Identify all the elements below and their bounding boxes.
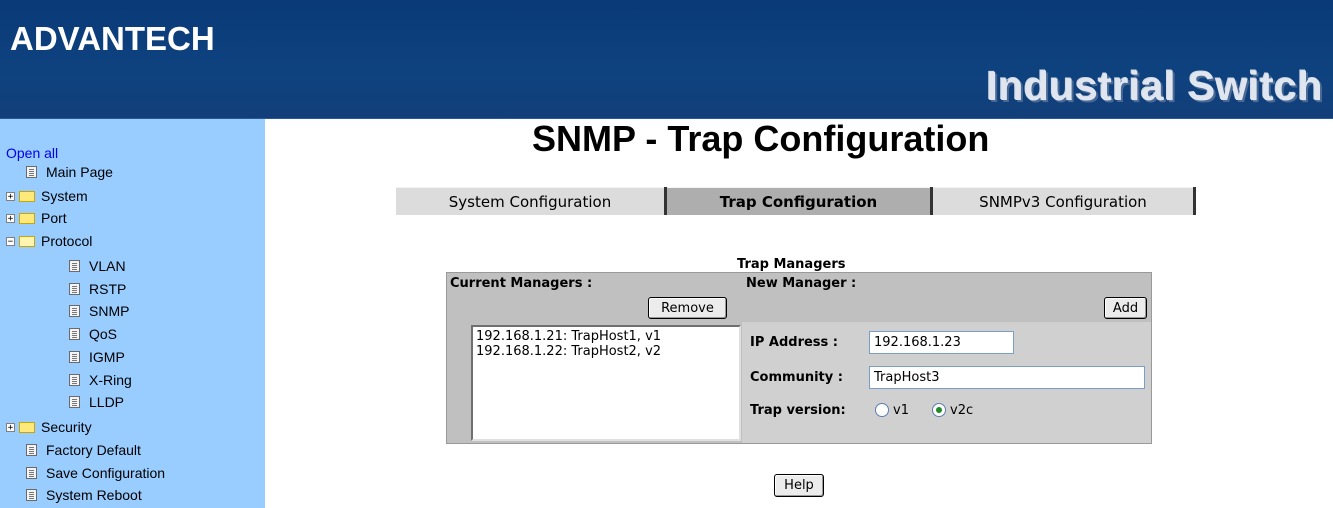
list-item[interactable]: 192.168.1.21: TrapHost1, v1 [476, 329, 736, 344]
community-input[interactable]: TrapHost3 [869, 366, 1145, 389]
expand-plus-icon[interactable]: + [6, 422, 15, 432]
advantech-logo: ADVANTECH [10, 20, 215, 57]
tab-divider [1193, 187, 1196, 215]
open-all-link[interactable]: Open all [6, 145, 58, 161]
product-name: Industrial Switch [986, 63, 1323, 109]
community-label: Community : [750, 370, 843, 385]
new-manager-label: New Manager : [746, 276, 857, 291]
page-icon [26, 489, 37, 501]
page-icon [69, 283, 80, 295]
page-icon [26, 444, 37, 456]
sidebar-item-qos[interactable]: QoS [69, 324, 117, 344]
sidebar-item-label: LLDP [89, 394, 125, 410]
page-icon [69, 396, 80, 408]
sidebar-item-label: Factory Default [46, 442, 141, 458]
sidebar-item-main-page[interactable]: Main Page [26, 162, 113, 182]
page-icon [69, 374, 80, 386]
trap-version-v1-label: v1 [893, 403, 909, 418]
ip-address-input[interactable]: 192.168.1.23 [869, 331, 1014, 354]
sidebar-item-label: Security [41, 419, 92, 435]
sidebar-item-system-reboot[interactable]: System Reboot [26, 485, 142, 505]
current-managers-label: Current Managers : [450, 276, 593, 291]
trap-version-label: Trap version: [750, 403, 846, 418]
tab-trap-configuration[interactable]: Trap Configuration [667, 187, 930, 215]
page-icon [69, 328, 80, 340]
remove-button[interactable]: Remove [648, 297, 727, 319]
sidebar-item-lldp[interactable]: LLDP [69, 392, 124, 412]
folder-icon [19, 212, 35, 224]
expand-plus-icon[interactable]: + [6, 191, 15, 201]
page-title: SNMP - Trap Configuration [532, 118, 990, 159]
open-folder-icon [19, 235, 35, 247]
sidebar-item-port[interactable]: + Port [6, 208, 67, 228]
sidebar-item-factory-default[interactable]: Factory Default [26, 440, 141, 460]
sidebar-item-vlan[interactable]: VLAN [69, 256, 126, 276]
sidebar-item-label: Port [41, 210, 67, 226]
sidebar-item-label: VLAN [89, 258, 126, 274]
sidebar-item-label: Save Configuration [46, 465, 166, 481]
sidebar-item-snmp[interactable]: SNMP [69, 301, 129, 321]
collapse-minus-icon[interactable]: − [6, 236, 15, 246]
sidebar-item-label: System Reboot [46, 487, 142, 503]
sidebar-item-igmp[interactable]: IGMP [69, 347, 125, 367]
sidebar-item-protocol[interactable]: − Protocol [6, 231, 92, 251]
page-icon [69, 305, 80, 317]
trap-version-v1-radio[interactable] [875, 403, 889, 417]
sidebar-item-label: X-Ring [89, 372, 132, 388]
header-banner: ADVANTECH Industrial Switch [0, 0, 1333, 119]
sidebar-item-label: RSTP [89, 281, 127, 297]
sidebar-item-label: Protocol [41, 233, 93, 249]
current-managers-list[interactable]: 192.168.1.21: TrapHost1, v1 192.168.1.22… [471, 325, 741, 441]
sidebar-item-label: QoS [89, 326, 118, 342]
sidebar-item-rstp[interactable]: RSTP [69, 279, 126, 299]
tab-system-configuration[interactable]: System Configuration [396, 187, 664, 215]
trap-version-v2c-label: v2c [950, 403, 974, 418]
sidebar-item-label: SNMP [89, 303, 130, 319]
add-button[interactable]: Add [1104, 297, 1147, 319]
sidebar-item-security[interactable]: + Security [6, 417, 92, 437]
list-item[interactable]: 192.168.1.22: TrapHost2, v2 [476, 344, 736, 359]
sidebar-item-label: IGMP [89, 349, 125, 365]
page-icon [69, 260, 80, 272]
sidebar-item-system[interactable]: + System [6, 186, 88, 206]
folder-icon [19, 190, 35, 202]
help-button[interactable]: Help [774, 474, 824, 497]
folder-icon [19, 421, 35, 433]
page-icon [26, 166, 37, 178]
sidebar-nav: Open all Main Page + System + Port − Pro… [0, 119, 265, 508]
sidebar-item-label: Main Page [46, 164, 113, 180]
tab-snmpv3-configuration[interactable]: SNMPv3 Configuration [933, 187, 1193, 215]
sidebar-item-x-ring[interactable]: X-Ring [69, 370, 132, 390]
sidebar-item-save-configuration[interactable]: Save Configuration [26, 463, 165, 483]
page-icon [26, 467, 37, 479]
trap-managers-title: Trap Managers [737, 257, 846, 272]
sidebar-item-label: System [41, 188, 88, 204]
ip-address-label: IP Address : [750, 335, 838, 350]
expand-plus-icon[interactable]: + [6, 213, 15, 223]
page-icon [69, 351, 80, 363]
trap-version-v2c-radio[interactable] [932, 403, 946, 417]
